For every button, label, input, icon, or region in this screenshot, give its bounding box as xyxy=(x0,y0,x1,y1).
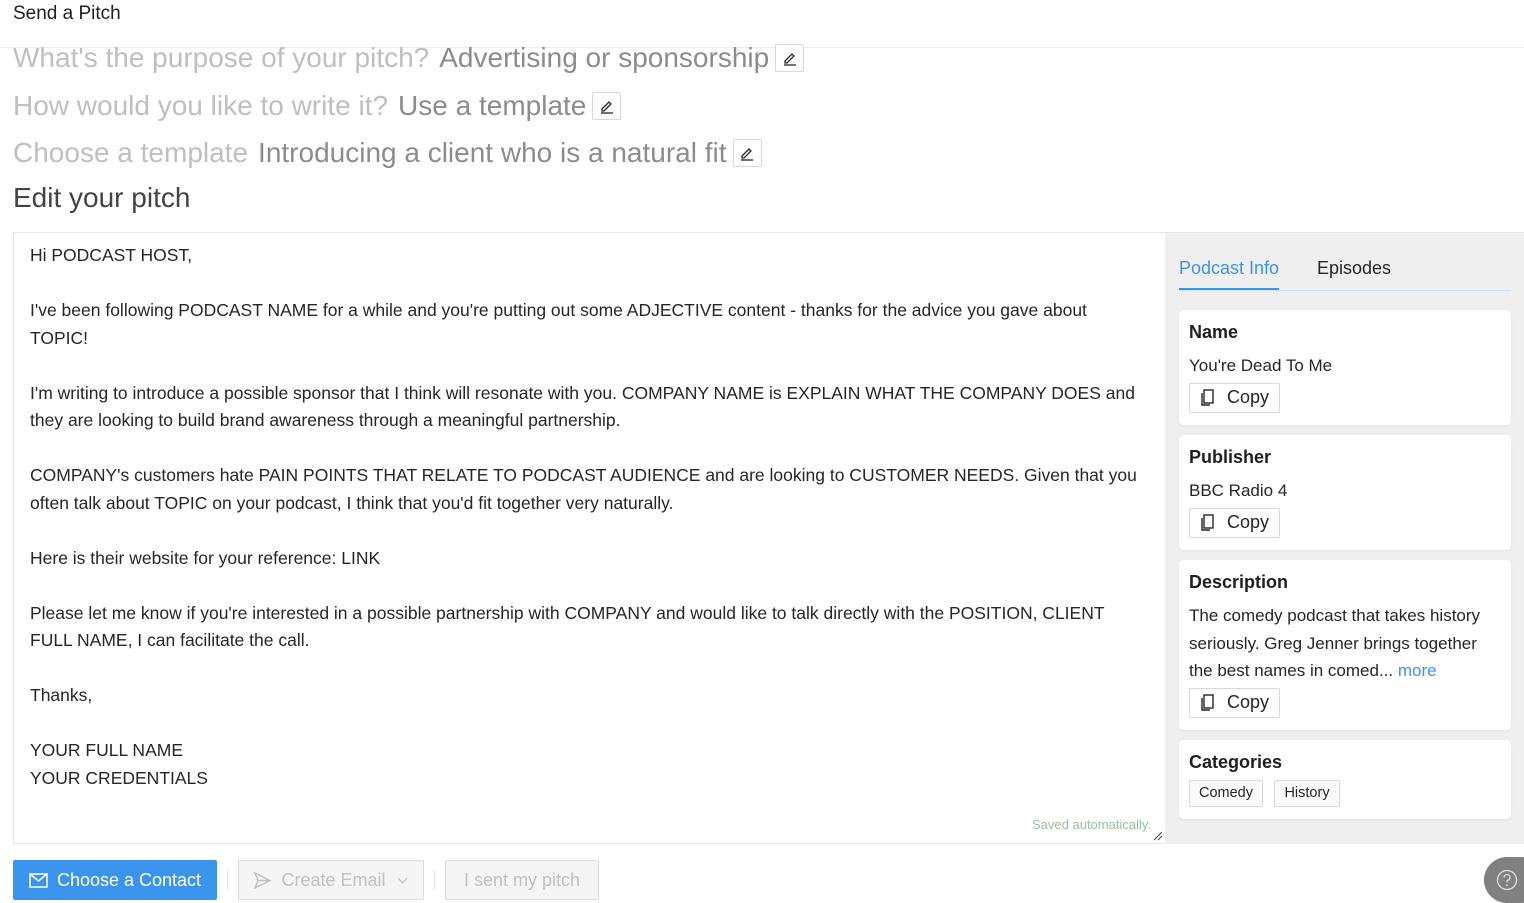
save-status: Saved automatically. xyxy=(1032,817,1151,832)
edit-write-method-button[interactable] xyxy=(592,92,622,120)
tab-podcast-info[interactable]: Podcast Info xyxy=(1179,258,1280,290)
card-label: Publisher xyxy=(1189,447,1272,467)
sent-pitch-button[interactable]: I sent my pitch xyxy=(445,860,599,900)
help-button[interactable] xyxy=(1484,857,1524,903)
divider xyxy=(434,870,435,890)
resize-handle-icon[interactable] xyxy=(1153,831,1163,841)
name-card: Name You're Dead To Me Copy xyxy=(1179,310,1511,425)
pencil-icon xyxy=(741,148,754,161)
divider xyxy=(227,870,228,890)
tab-episodes[interactable]: Episodes xyxy=(1317,258,1391,279)
pencil-icon xyxy=(783,53,796,66)
copy-icon xyxy=(1201,694,1214,711)
copy-label: Copy xyxy=(1227,387,1270,407)
chevron-down-icon xyxy=(397,877,407,884)
podcast-sidebar: Podcast Info Episodes Name You're Dead T… xyxy=(1165,232,1524,844)
section-title: Edit your pitch xyxy=(13,182,191,213)
step-purpose: What's the purpose of your pitch? Advert… xyxy=(13,42,805,74)
category-tag[interactable]: Comedy xyxy=(1189,780,1263,807)
button-label: Create Email xyxy=(281,869,386,890)
step-question: What's the purpose of your pitch? xyxy=(13,42,430,73)
send-icon xyxy=(254,871,272,889)
step-answer: Use a template xyxy=(398,90,587,121)
card-label: Categories xyxy=(1189,752,1283,772)
pencil-icon xyxy=(600,101,613,114)
step-question: Choose a template xyxy=(13,137,249,168)
edit-purpose-button[interactable] xyxy=(775,44,805,72)
copy-name-button[interactable]: Copy xyxy=(1189,382,1281,413)
copy-icon xyxy=(1201,514,1214,531)
mail-icon xyxy=(29,872,48,888)
copy-label: Copy xyxy=(1227,512,1270,532)
button-label: I sent my pitch xyxy=(463,869,581,890)
description-card: Description The comedy podcast that take… xyxy=(1179,560,1511,730)
step-answer: Introducing a client who is a natural fi… xyxy=(258,137,727,168)
pitch-editor[interactable]: Hi PODCAST HOST, I've been following POD… xyxy=(13,232,1165,844)
publisher-card: Publisher BBC Radio 4 Copy xyxy=(1179,435,1511,550)
step-write-method: How would you like to write it? Use a te… xyxy=(13,90,622,122)
help-icon xyxy=(1496,869,1518,891)
description-text: The comedy podcast that takes history se… xyxy=(1189,602,1501,685)
create-email-button[interactable]: Create Email xyxy=(238,860,424,900)
edit-template-button[interactable] xyxy=(732,139,762,167)
copy-publisher-button[interactable]: Copy xyxy=(1189,507,1281,538)
button-label: Choose a Contact xyxy=(56,869,202,890)
card-label: Description xyxy=(1189,572,1289,592)
category-tag[interactable]: History xyxy=(1274,780,1340,807)
category-tags: Comedy History xyxy=(1189,780,1501,807)
sidebar-tabs: Podcast Info Episodes xyxy=(1179,255,1511,291)
copy-label: Copy xyxy=(1227,692,1270,712)
publisher-name: BBC Radio 4 xyxy=(1189,481,1288,500)
pitch-body-textarea[interactable]: Hi PODCAST HOST, I've been following POD… xyxy=(14,233,1165,801)
categories-card: Categories Comedy History xyxy=(1179,740,1511,819)
page-header: Send a Pitch xyxy=(0,0,1524,48)
step-question: How would you like to write it? xyxy=(13,90,389,121)
podcast-name: You're Dead To Me xyxy=(1189,356,1333,375)
more-link[interactable]: more xyxy=(1398,661,1437,680)
choose-contact-button[interactable]: Choose a Contact xyxy=(13,860,217,900)
step-answer: Advertising or sponsorship xyxy=(439,42,770,73)
step-template: Choose a template Introducing a client w… xyxy=(13,137,762,169)
card-label: Name xyxy=(1189,322,1239,342)
page-title: Send a Pitch xyxy=(13,3,121,24)
copy-description-button[interactable]: Copy xyxy=(1189,687,1281,718)
copy-icon xyxy=(1201,389,1214,406)
